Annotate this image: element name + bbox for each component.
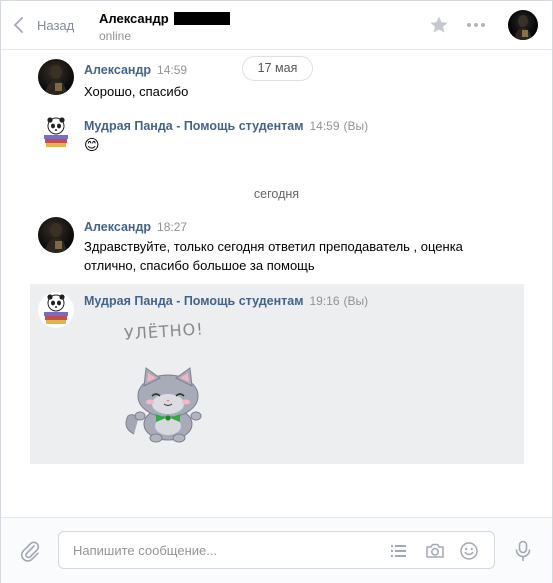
avatar[interactable] xyxy=(38,292,74,328)
list-icon[interactable] xyxy=(389,541,409,561)
message-time[interactable]: 14:59 xyxy=(157,63,187,77)
message-item[interactable]: Мудрая Панда - Помощь студентам 14:59 (Вы)… xyxy=(30,113,524,161)
message-author[interactable]: Мудрая Панда - Помощь студентам 19:16 (Вы) xyxy=(84,294,368,308)
message-text: Здравствуйте, только сегодня ответил пре… xyxy=(84,237,463,275)
star-icon[interactable] xyxy=(429,15,449,35)
message-author[interactable]: Мудрая Панда - Помощь студентам 14:59 (Вы) xyxy=(84,119,368,133)
peer-status: online xyxy=(99,29,132,43)
message-emoji: 😊 xyxy=(84,137,100,154)
message-input-placeholder: Напишите сообщение... xyxy=(73,543,218,558)
avatar[interactable] xyxy=(38,59,74,95)
message-author[interactable]: Александр 14:59 xyxy=(84,63,187,77)
message-text-line: Здравствуйте, только сегодня ответил пре… xyxy=(84,239,463,254)
cat-sticker-image xyxy=(125,367,202,443)
message-text-line: отлично, спасибо большое за помощь xyxy=(84,258,315,273)
message-input[interactable]: Напишите сообщение... xyxy=(58,531,495,569)
redacted-surname xyxy=(173,12,230,25)
paperclip-icon[interactable] xyxy=(19,540,41,562)
avatar[interactable] xyxy=(38,115,74,151)
peer-name: Александр xyxy=(99,11,169,26)
message-item-selected[interactable]: Мудрая Панда - Помощь студентам 19:16 (Вы)… xyxy=(30,284,524,464)
chat-header: Назад Александр online xyxy=(1,1,552,50)
date-divider: сегодня xyxy=(253,187,300,201)
back-label: Назад xyxy=(37,17,75,33)
smile-icon[interactable] xyxy=(459,541,479,561)
sticker[interactable]: УЛЁТНО! xyxy=(116,316,226,446)
message-time[interactable]: 19:16 xyxy=(309,294,339,308)
message-feed[interactable]: 17 мая Александр 14:59 Хорошо, спасибо М… xyxy=(1,51,552,517)
peer-avatar[interactable] xyxy=(508,10,538,40)
back-button[interactable]: Назад xyxy=(13,15,74,35)
message-time[interactable]: 18:27 xyxy=(157,220,187,234)
message-composer: Напишите сообщение... xyxy=(1,517,552,583)
avatar[interactable] xyxy=(38,217,74,253)
microphone-icon[interactable] xyxy=(513,540,533,562)
own-message-marker: (Вы) xyxy=(343,294,369,308)
message-item[interactable]: Александр 18:27 Здравствуйте, только сего… xyxy=(30,214,524,276)
camera-icon[interactable] xyxy=(425,541,445,561)
message-author[interactable]: Александр 18:27 xyxy=(84,220,187,234)
chat-window: Назад Александр online 17 мая Александр … xyxy=(0,0,553,583)
own-message-marker: (Вы) xyxy=(343,119,369,133)
more-horizontal-icon[interactable] xyxy=(466,15,486,35)
chevron-left-icon xyxy=(14,17,23,33)
peer-title[interactable]: Александр xyxy=(99,11,230,26)
message-text: Хорошо, спасибо xyxy=(84,84,189,99)
message-item[interactable]: Александр 14:59 Хорошо, спасибо xyxy=(30,57,524,101)
message-time[interactable]: 14:59 xyxy=(309,119,339,133)
